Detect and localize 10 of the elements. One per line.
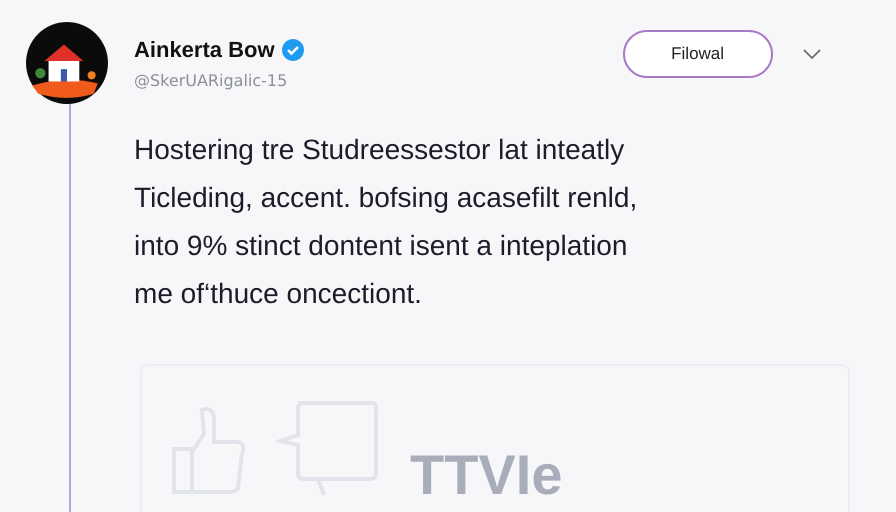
follow-button[interactable]: Filowal: [622, 30, 773, 78]
author-name: Ainkerta Bow: [134, 36, 275, 62]
avatar-house-icon: [26, 22, 108, 104]
author-handle: @SkerUARigalic-15: [134, 70, 288, 90]
post-text-line: into 9% stinct dontent isent a inteplation: [134, 229, 628, 263]
card-text: TTVIe: [410, 442, 562, 506]
chevron-down-icon[interactable]: [802, 49, 821, 59]
post-text-line: Hostering tre Studreessestor lat inteatly: [134, 133, 626, 167]
post-text-line: me of‘thuce oncectiont.: [134, 277, 423, 311]
post-text-line: Ticleding, accent. bofsing acasefilt renld,: [134, 181, 638, 215]
